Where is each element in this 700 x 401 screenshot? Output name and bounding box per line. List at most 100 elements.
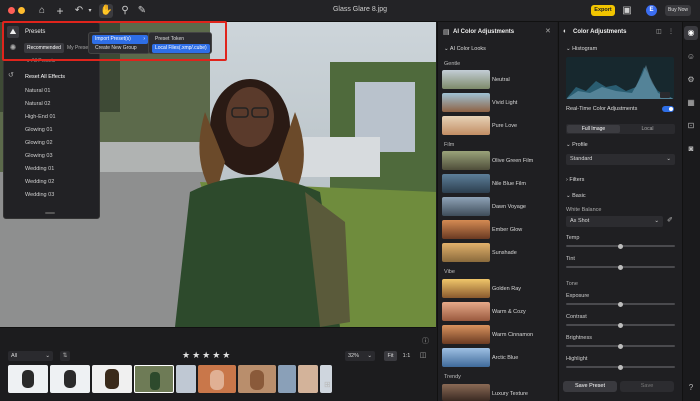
reset-all-effects[interactable]: Reset All Effects [25, 74, 65, 80]
camera-icon[interactable]: ◙ [686, 144, 696, 154]
close-window-icon[interactable] [8, 7, 15, 14]
look-label[interactable]: Neutral [492, 77, 510, 83]
slider-knob[interactable] [618, 322, 623, 328]
brightness-slider[interactable] [566, 343, 675, 349]
basic-toggle[interactable]: ⌄ Basic [566, 193, 586, 199]
profile-dropdown[interactable]: Standard ⌄ [566, 154, 675, 165]
save-button[interactable]: Save [620, 381, 674, 392]
slider-knob[interactable] [618, 343, 623, 349]
look-label[interactable]: Dawn Voyage [492, 204, 526, 210]
preset-item[interactable]: High-End 01 [25, 114, 56, 120]
add-image-icon[interactable]: ⊞ [324, 380, 331, 389]
layout-icon[interactable]: ◫ [656, 28, 662, 35]
undo-dropdown-icon[interactable]: ▾ [84, 5, 96, 17]
ai-color-looks-dropdown[interactable]: ⌄ AI Color Looks [444, 46, 486, 52]
slider-knob[interactable] [618, 264, 623, 270]
more-icon[interactable]: ⋮ [668, 28, 674, 35]
tint-slider[interactable] [566, 264, 675, 270]
gallery-icon[interactable]: ▣ [621, 5, 633, 17]
buy-now-button[interactable]: Buy Now [665, 5, 691, 16]
adjust-icon[interactable]: ⚙ [686, 75, 696, 85]
hand-tool-button[interactable]: ✋ [99, 4, 113, 18]
filmstrip-thumb[interactable] [176, 365, 196, 393]
export-button[interactable]: Export [591, 5, 615, 16]
preset-item[interactable]: Natural 01 [25, 88, 50, 94]
tab-full-image[interactable]: Full Image [567, 125, 620, 133]
close-icon[interactable]: ✕ [545, 27, 551, 35]
look-label[interactable]: Warm & Cozy [492, 309, 526, 315]
filmstrip-thumb[interactable] [50, 365, 90, 393]
info-icon[interactable]: ⓘ [422, 336, 429, 346]
look-thumb[interactable] [442, 174, 490, 193]
one-to-one-button[interactable]: 1:1 [400, 351, 413, 361]
eyedropper-icon[interactable]: ✐ [667, 216, 673, 224]
preset-item[interactable]: Glowing 02 [25, 140, 53, 146]
look-thumb[interactable] [442, 384, 490, 401]
look-thumb[interactable] [442, 302, 490, 321]
look-thumb[interactable] [442, 348, 490, 367]
home-icon[interactable]: ⌂ [36, 5, 48, 17]
look-thumb[interactable] [442, 70, 490, 89]
white-balance-dropdown[interactable]: As Shot ⌄ [566, 216, 663, 227]
history-icon[interactable]: ↺ [8, 71, 14, 79]
preset-item[interactable]: Natural 02 [25, 101, 50, 107]
frame-icon[interactable]: ▦ [686, 98, 696, 108]
look-label[interactable]: Arctic Blue [492, 355, 518, 361]
look-label[interactable]: Nile Blue Film [492, 181, 526, 187]
filmstrip-thumb[interactable] [92, 365, 132, 393]
look-label[interactable]: Luxury Texture [492, 391, 528, 397]
fit-button[interactable]: Fit [384, 351, 397, 361]
contrast-slider[interactable] [566, 322, 675, 328]
preset-item[interactable]: Wedding 01 [25, 166, 54, 172]
stamp-icon[interactable]: ⚲ [119, 5, 131, 17]
realtime-toggle[interactable] [662, 106, 674, 112]
resize-handle[interactable] [45, 212, 55, 214]
filters-toggle[interactable]: › Filters [566, 177, 584, 183]
preset-item[interactable]: Wedding 03 [25, 192, 54, 198]
exposure-slider[interactable] [566, 301, 675, 307]
profile-toggle[interactable]: ⌄ Profile [566, 142, 588, 148]
color-tool-button[interactable]: ◉ [684, 26, 698, 40]
filmstrip-thumb[interactable] [238, 365, 276, 393]
filmstrip-thumb[interactable] [198, 365, 236, 393]
highlight-slider[interactable] [566, 364, 675, 370]
filmstrip-thumb-selected[interactable] [134, 365, 174, 393]
portrait-icon[interactable]: ☺ [686, 52, 696, 62]
look-label[interactable]: Vivid Light [492, 100, 517, 106]
look-thumb[interactable] [442, 220, 490, 239]
filmstrip-thumb[interactable] [278, 365, 296, 393]
sort-icon[interactable]: ⇅ [60, 351, 70, 361]
minimize-window-icon[interactable] [18, 7, 25, 14]
crop-icon[interactable]: ⊡ [686, 121, 696, 131]
look-thumb[interactable] [442, 243, 490, 262]
look-thumb[interactable] [442, 151, 490, 170]
look-label[interactable]: Sunshade [492, 250, 517, 256]
look-thumb[interactable] [442, 93, 490, 112]
filmstrip-thumb[interactable] [298, 365, 318, 393]
add-icon[interactable]: + [54, 5, 66, 17]
temp-slider[interactable] [566, 243, 675, 249]
filter-dropdown[interactable]: All ⌄ [8, 351, 53, 361]
look-label[interactable]: Olive Green Film [492, 158, 533, 164]
look-thumb[interactable] [442, 197, 490, 216]
preset-item[interactable]: Glowing 03 [25, 153, 53, 159]
slider-knob[interactable] [618, 301, 623, 307]
look-thumb[interactable] [442, 279, 490, 298]
tab-local[interactable]: Local [621, 125, 674, 133]
look-label[interactable]: Warm Cinnamon [492, 332, 533, 338]
look-thumb[interactable] [442, 325, 490, 344]
slider-knob[interactable] [618, 243, 623, 249]
compare-icon[interactable]: ◫ [418, 351, 428, 361]
look-label[interactable]: Ember Glow [492, 227, 522, 233]
avatar[interactable]: E [646, 5, 657, 16]
brush-icon[interactable]: ✎ [136, 5, 148, 17]
filmstrip-thumb[interactable] [8, 365, 48, 393]
rating-stars[interactable]: ★★★★★ [182, 350, 232, 361]
look-label[interactable]: Pure Love [492, 123, 517, 129]
zoom-dropdown[interactable]: 32% ⌄ [345, 351, 375, 361]
slider-knob[interactable] [618, 364, 623, 370]
look-label[interactable]: Golden Ray [492, 286, 521, 292]
histogram-toggle[interactable]: ⌄ Histogram [566, 46, 597, 52]
preset-item[interactable]: Wedding 02 [25, 179, 54, 185]
save-preset-button[interactable]: Save Preset [563, 381, 617, 392]
